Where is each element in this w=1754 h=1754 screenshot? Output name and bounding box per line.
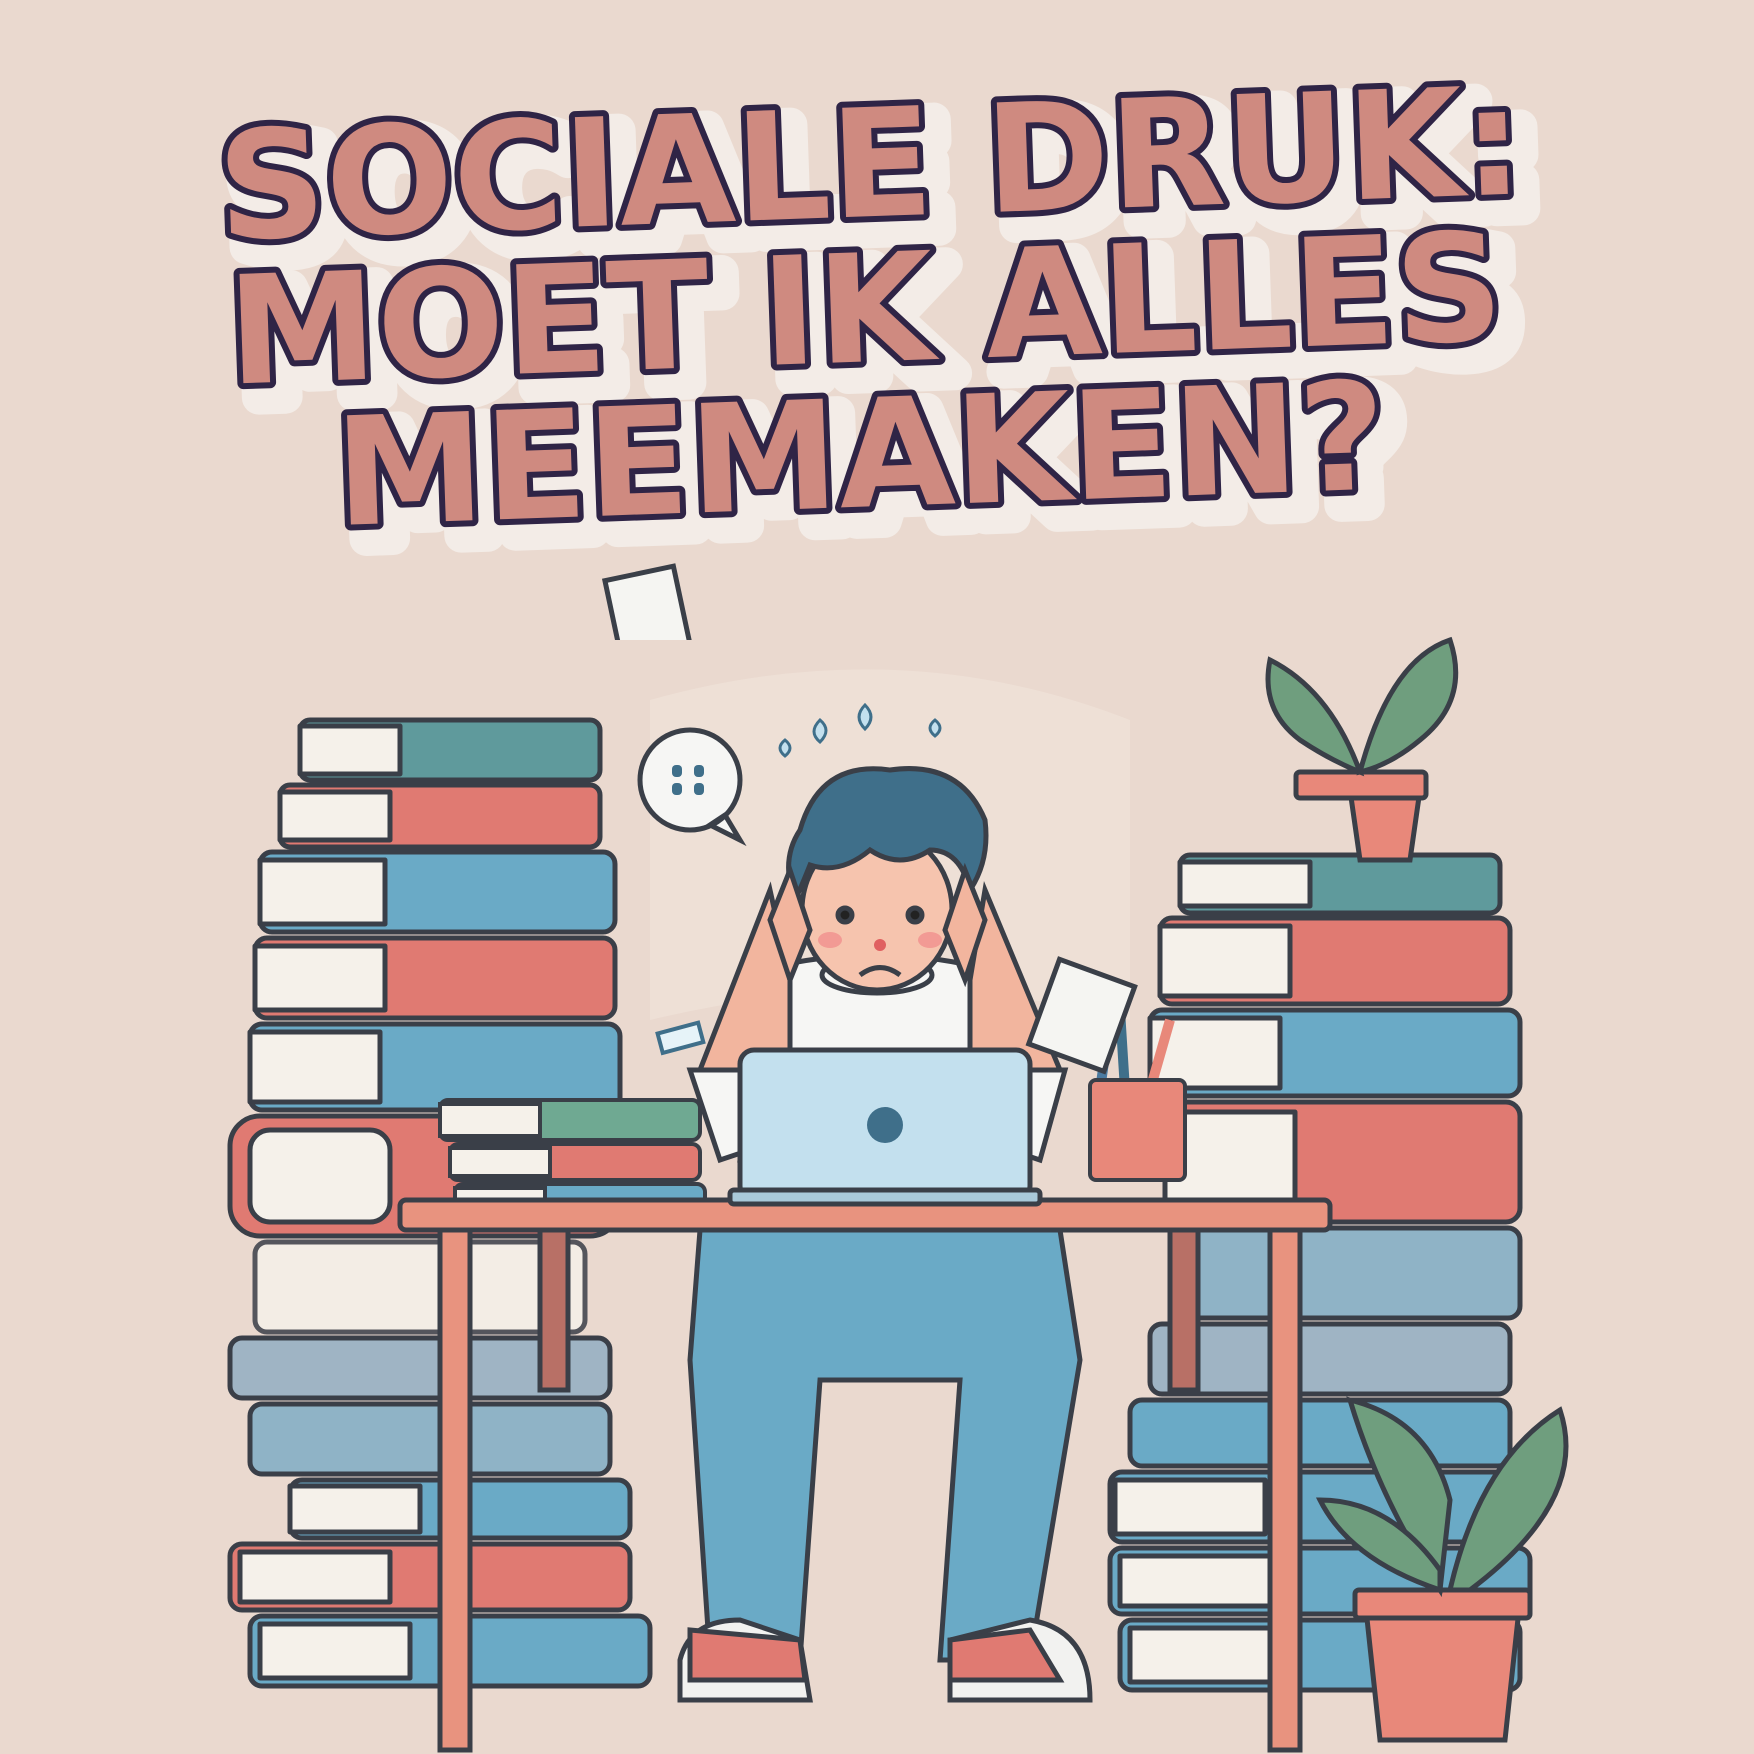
title-svg: SOCIALE DRUK: MOET IK ALLES MEEMAKEN? SO… — [209, 49, 1558, 640]
plant-top-right — [1265, 636, 1459, 863]
poster: SOCIALE DRUK: MOET IK ALLES MEEMAKEN? SO… — [0, 0, 1754, 1754]
illustration-scene — [0, 600, 1754, 1754]
scene-svg — [227, 636, 1569, 1753]
title-line-3: MEEMAKEN? — [332, 350, 1388, 561]
laptop-logo-icon — [867, 1107, 903, 1143]
person-legs — [677, 1227, 1093, 1703]
laptop — [727, 1047, 1043, 1207]
title-art: SOCIALE DRUK: MOET IK ALLES MEEMAKEN? SO… — [0, 0, 1754, 640]
floating-paper-small — [655, 1020, 706, 1056]
